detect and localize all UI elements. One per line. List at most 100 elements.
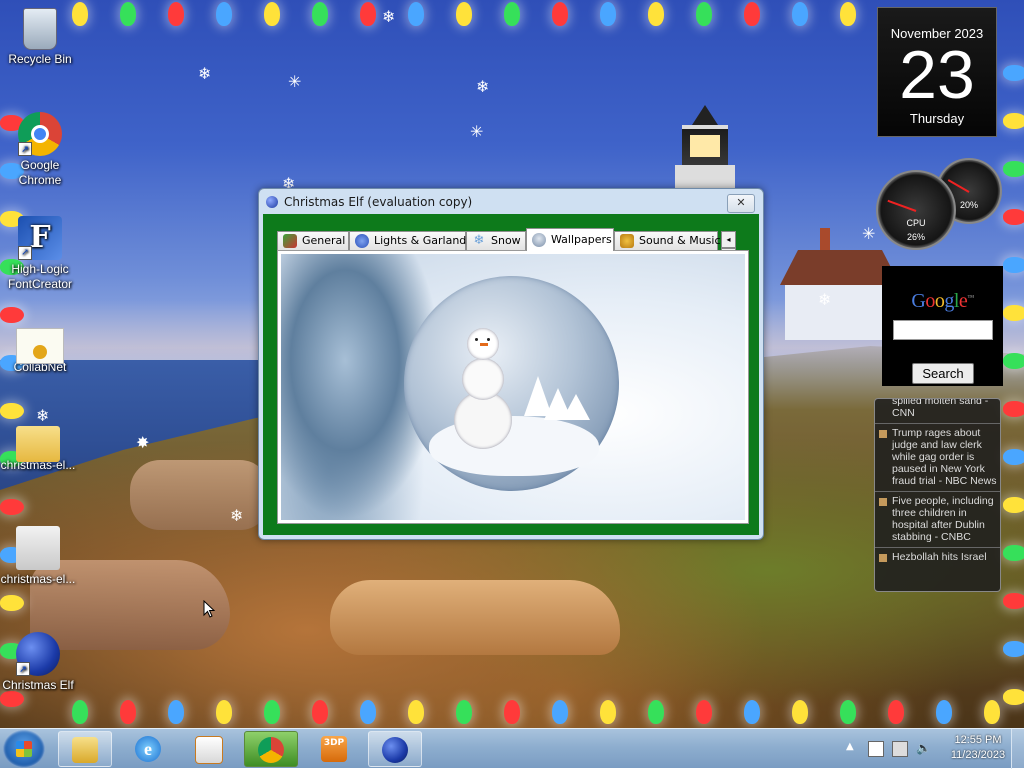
desktop-icon-christmas-zip[interactable]: christmas-el...	[0, 420, 76, 473]
light-bulb	[120, 700, 136, 724]
snowflake-icon: ❄	[476, 77, 490, 96]
cpu-meter-gadget[interactable]: 20% CPU 26%	[876, 158, 1002, 250]
news-bullet-icon	[879, 498, 887, 506]
news-item[interactable]: Hezbollah hits Israel	[875, 548, 1000, 567]
desktop-icon-label: Christmas Elf	[2, 678, 74, 692]
light-bulb	[1003, 257, 1024, 273]
close-button[interactable]: ✕	[727, 194, 755, 213]
light-bulb	[552, 2, 568, 26]
taskbar-3dp-chip[interactable]: 3DP	[308, 731, 362, 767]
desktop-icon-fontcreator[interactable]: F ↗ High-Logic FontCreator	[2, 216, 78, 292]
folder-icon	[72, 737, 98, 763]
light-bulb	[456, 2, 472, 26]
tab-scroll-left-button[interactable]: ◂	[721, 231, 736, 248]
desktop-icon-chrome[interactable]: ↗ Google Chrome	[2, 112, 78, 188]
taskbar-clock[interactable]: 12:55 PM 11/23/2023	[938, 733, 1018, 763]
network-icon[interactable]	[892, 741, 908, 757]
desktop-icon-christmas-setup[interactable]: christmas-el...	[0, 526, 76, 587]
light-bulb	[696, 700, 712, 724]
light-bulb	[840, 2, 856, 26]
tab-strip: General Lights & Garlands ❄ Snow Wallpap…	[277, 228, 749, 265]
light-bulb	[216, 2, 232, 26]
news-item[interactable]: Trump rages about judge and law clerk wh…	[875, 424, 1000, 492]
light-bulb	[888, 700, 904, 724]
chrome-icon	[258, 737, 284, 763]
taskbar-christmas-elf[interactable]	[368, 731, 422, 767]
taskbar-file-explorer[interactable]	[58, 731, 112, 767]
window-titlebar[interactable]: Christmas Elf (evaluation copy) ✕	[259, 189, 763, 215]
light-bulb	[984, 700, 1000, 724]
setup-folder-icon	[16, 526, 60, 570]
certificate-icon	[16, 328, 64, 364]
taskbar-media-player[interactable]	[182, 731, 236, 767]
cpu-value: 26%	[906, 232, 925, 242]
clock-date: 11/23/2023	[950, 749, 1006, 761]
action-center-icon[interactable]	[868, 741, 884, 757]
light-bulb	[744, 700, 760, 724]
light-bulb	[552, 700, 568, 724]
window-title: Christmas Elf (evaluation copy)	[284, 195, 473, 209]
news-item[interactable]: spilled molten sand - CNN	[875, 399, 1000, 424]
start-button[interactable]	[3, 730, 45, 768]
taskbar-chrome[interactable]	[244, 731, 298, 767]
light-bulb	[360, 700, 376, 724]
google-search-input[interactable]	[893, 320, 993, 340]
news-headlines-gadget[interactable]: spilled molten sand - CNN Trump rages ab…	[874, 398, 1001, 592]
google-search-button[interactable]: Search	[912, 363, 974, 384]
google-search-gadget: Google™ Search	[882, 266, 1003, 386]
desktop-icon-label: christmas-el...	[0, 572, 76, 586]
light-bulb	[1003, 593, 1024, 609]
snowflake-icon: ✳	[470, 122, 484, 141]
light-bulb	[696, 2, 712, 26]
light-bulb	[312, 700, 328, 724]
light-bulb	[504, 2, 520, 26]
news-item[interactable]: Five people, including three children in…	[875, 492, 1000, 548]
tab-page-wallpapers	[277, 250, 749, 524]
wallpaper-preview[interactable]	[281, 254, 745, 520]
snowflake-icon: ❄	[198, 64, 212, 83]
desktop-icon-label: High-Logic FontCreator	[7, 262, 73, 291]
light-bulb	[312, 2, 328, 26]
calendar-gadget[interactable]: November 2023 23 Thursday	[877, 7, 997, 137]
calendar-day: 23	[899, 37, 975, 113]
light-bulb	[456, 700, 472, 724]
snowflake-icon: ✳	[288, 72, 302, 91]
show-hidden-icons-button[interactable]: ▲	[846, 741, 860, 755]
cpu-gauge: CPU 26%	[876, 170, 956, 250]
light-bulb	[72, 700, 88, 724]
tab-sound-music[interactable]: Sound & Music	[614, 231, 721, 250]
snowflake-icon: ❄	[230, 506, 244, 525]
tab-general[interactable]: General	[277, 231, 349, 250]
taskbar-internet-explorer[interactable]: e	[122, 731, 176, 767]
light-bulb	[1003, 689, 1024, 705]
cpu-label: CPU	[906, 218, 926, 228]
light-bulb	[0, 499, 24, 515]
rock	[130, 460, 270, 530]
light-bulb	[264, 2, 280, 26]
light-bulb	[0, 595, 24, 611]
light-bulb	[1003, 545, 1024, 561]
christmas-ball-icon: ↗	[16, 632, 60, 676]
news-bullet-icon	[879, 554, 887, 562]
volume-muted-icon[interactable]: 🔈	[916, 741, 931, 755]
light-bulb	[648, 700, 664, 724]
light-bulb	[0, 403, 24, 419]
tab-snow[interactable]: ❄ Snow	[466, 231, 526, 250]
light-bulb	[792, 700, 808, 724]
google-logo: Google™	[911, 290, 974, 312]
bell-icon	[620, 234, 634, 248]
desktop-icon-christmas-elf[interactable]: ↗ Christmas Elf	[0, 632, 76, 693]
light-bulb	[168, 2, 184, 26]
show-desktop-button[interactable]	[1011, 729, 1024, 769]
tab-wallpapers[interactable]: Wallpapers	[526, 228, 614, 251]
3dp-chip-icon: 3DP	[321, 736, 347, 762]
fontcreator-icon: F ↗	[18, 216, 62, 260]
snowflake-icon: ✸	[136, 433, 150, 452]
light-bulb	[840, 700, 856, 724]
desktop-icon-collabnet[interactable]: CollabNet	[2, 322, 78, 375]
tab-lights-garlands[interactable]: Lights & Garlands	[349, 231, 472, 250]
snowflake-icon: ❄	[382, 7, 396, 26]
desktop-icon-label: Recycle Bin	[8, 52, 72, 66]
desktop-icon-recycle-bin[interactable]: Recycle Bin	[2, 8, 78, 67]
christmas-elf-window[interactable]: Christmas Elf (evaluation copy) ✕ Genera…	[258, 188, 764, 540]
